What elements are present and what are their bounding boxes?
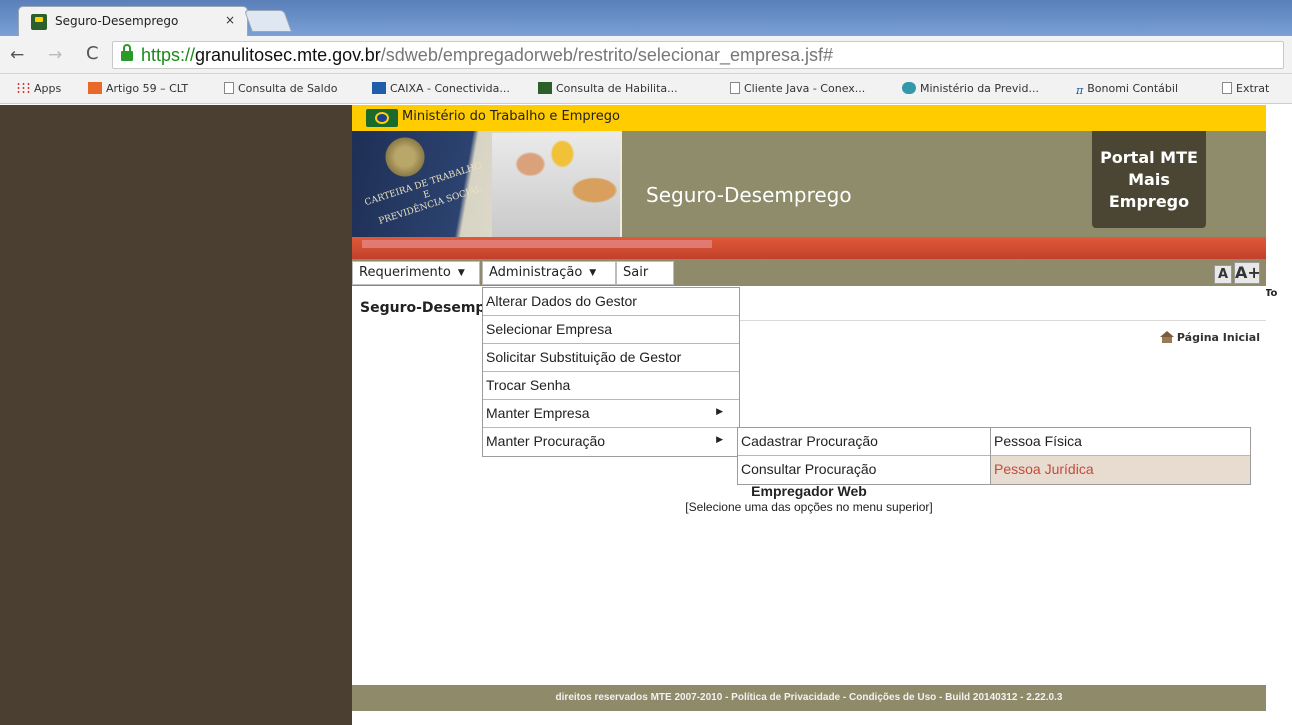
brasao-seal-icon	[380, 137, 430, 177]
menu-label: Sair	[623, 265, 649, 280]
address-bar[interactable]: https://granulitosec.mte.gov.br/sdweb/em…	[112, 41, 1284, 69]
cut-off-label: To	[1265, 288, 1278, 299]
chevron-down-icon: ▼	[457, 268, 465, 278]
ministry-name: Ministério do Trabalho e Emprego	[402, 109, 620, 124]
menu-item-solicitar-substituicao[interactable]: Solicitar Substituição de Gestor	[483, 344, 739, 372]
decrease-font-button[interactable]: A	[1214, 265, 1232, 284]
pessoa-submenu: Pessoa Física Pessoa Jurídica	[990, 427, 1251, 485]
mte-icon	[538, 82, 552, 94]
page-background-right	[1266, 105, 1292, 725]
tab-close-icon[interactable]: ×	[225, 13, 235, 27]
url-host: granulitosec.mte.gov.br	[195, 45, 381, 65]
menu-administracao[interactable]: Administração ▼	[482, 261, 616, 285]
chevron-right-icon: ▶	[716, 406, 723, 416]
bookmark-caixa[interactable]: CAIXA - Conectivida...	[372, 82, 510, 95]
url-path: /sdweb/empregadorweb/restrito/selecionar…	[380, 45, 834, 65]
center-subtitle: [Selecione uma das opções no menu superi…	[685, 500, 933, 514]
chevron-down-icon: ▼	[589, 268, 597, 278]
page-background-left	[0, 105, 352, 725]
back-arrow-icon[interactable]: ←	[10, 45, 24, 65]
bookmark-label: Consulta de Saldo	[238, 82, 338, 95]
mte-favicon-icon	[31, 14, 47, 30]
forward-arrow-icon[interactable]: →	[48, 45, 62, 65]
url-text[interactable]: https://granulitosec.mte.gov.br/sdweb/em…	[141, 45, 833, 66]
bookmarks-bar: Apps Artigo 59 – CLT Consulta de Saldo C…	[0, 74, 1292, 104]
menu-item-pessoa-juridica[interactable]: Pessoa Jurídica	[991, 456, 1250, 484]
menu-item-alterar-dados[interactable]: Alterar Dados do Gestor	[483, 288, 739, 316]
home-link-label: Página Inicial	[1176, 331, 1260, 344]
bookmark-consulta-saldo[interactable]: Consulta de Saldo	[224, 82, 337, 95]
bookmark-label: Bonomi Contábil	[1087, 82, 1179, 95]
bookmark-apps[interactable]: Apps	[16, 82, 61, 95]
heading-divider	[740, 320, 1266, 321]
menu-item-selecionar-empresa[interactable]: Selecionar Empresa	[483, 316, 739, 344]
menu-item-manter-empresa[interactable]: Manter Empresa ▶	[483, 400, 739, 428]
menu-item-trocar-senha[interactable]: Trocar Senha	[483, 372, 739, 400]
menu-item-consultar-procuracao[interactable]: Consultar Procuração	[738, 456, 990, 484]
page-icon	[730, 82, 740, 94]
page-icon	[1222, 82, 1232, 94]
bookmark-cliente-java[interactable]: Cliente Java - Conex...	[730, 82, 865, 95]
menu-item-manter-procuracao[interactable]: Manter Procuração ▶	[483, 428, 739, 456]
bookmark-label: Ministério da Previd...	[920, 82, 1039, 95]
menu-sair[interactable]: Sair	[616, 261, 674, 285]
bookmark-label: Artigo 59 – CLT	[106, 82, 189, 95]
menu-label: Administração	[489, 265, 583, 280]
new-tab-button[interactable]	[243, 10, 293, 32]
workers-photo	[492, 133, 620, 237]
bookmark-consulta-habilita[interactable]: Consulta de Habilita...	[538, 82, 678, 95]
menu-item-cadastrar-procuracao[interactable]: Cadastrar Procuração	[738, 428, 990, 456]
menu-requerimento[interactable]: Requerimento ▼	[352, 261, 480, 285]
apps-icon	[16, 82, 30, 94]
stripe-highlight	[362, 240, 712, 248]
brazil-flag-logo-icon	[366, 109, 398, 127]
browser-toolbar: ← → C https://granulitosec.mte.gov.br/sd…	[0, 36, 1292, 74]
menu-item-pessoa-fisica[interactable]: Pessoa Física	[991, 428, 1250, 456]
menu-item-label: Manter Procuração	[486, 433, 606, 449]
bookmark-ministerio-previd[interactable]: Ministério da Previd...	[902, 82, 1039, 95]
procuracao-submenu: Cadastrar Procuração Consultar Procuraçã…	[737, 427, 991, 485]
home-icon	[1159, 331, 1174, 343]
reload-icon[interactable]: C	[86, 43, 99, 64]
previdencia-icon	[902, 82, 916, 94]
bookmark-extrat[interactable]: Extrat	[1222, 82, 1269, 95]
home-link[interactable]: Página Inicial	[1159, 331, 1260, 344]
chevron-right-icon: ▶	[716, 434, 723, 444]
bookmark-icon	[88, 82, 102, 94]
bookmark-bonomi[interactable]: π Bonomi Contábil	[1076, 82, 1179, 97]
bookmark-label: Consulta de Habilita...	[556, 82, 678, 95]
accent-stripe	[352, 237, 1266, 259]
bookmark-label: Extrat	[1236, 82, 1270, 95]
site-container: Ministério do Trabalho e Emprego CARTEIR…	[352, 105, 1266, 725]
menu-label: Requerimento	[359, 265, 451, 280]
bookmark-label: CAIXA - Conectivida...	[390, 82, 510, 95]
page-icon	[224, 82, 234, 94]
site-banner: CARTEIRA DE TRABALHO E PREVIDÊNCIA SOCIA…	[352, 131, 1266, 237]
bookmark-label: Apps	[34, 82, 62, 95]
pi-icon: π	[1076, 84, 1084, 97]
browser-tab[interactable]: Seguro-Desemprego ×	[18, 6, 248, 36]
portal-mte-link[interactable]: Portal MTE Mais Emprego	[1092, 131, 1206, 228]
bookmark-artigo59[interactable]: Artigo 59 – CLT	[88, 82, 188, 95]
site-footer: direitos reservados MTE 2007-2010 - Polí…	[352, 685, 1266, 711]
site-title: Seguro-Desemprego	[646, 183, 852, 207]
ministry-bar: Ministério do Trabalho e Emprego	[352, 105, 1266, 131]
admin-dropdown: Alterar Dados do Gestor Selecionar Empre…	[482, 287, 740, 457]
main-menu: Requerimento ▼ Administração ▼ Sair A A+	[352, 259, 1266, 286]
lock-icon	[121, 44, 133, 61]
increase-font-button[interactable]: A+	[1234, 262, 1261, 284]
browser-tabstrip: Seguro-Desemprego ×	[0, 0, 1292, 36]
portal-label: Portal MTE Mais Emprego	[1100, 148, 1198, 211]
bookmark-label: Cliente Java - Conex...	[744, 82, 866, 95]
banner-photo: CARTEIRA DE TRABALHO E PREVIDÊNCIA SOCIA…	[352, 131, 622, 237]
tab-title: Seguro-Desemprego	[55, 14, 179, 28]
caixa-icon	[372, 82, 386, 94]
menu-item-label: Manter Empresa	[486, 405, 590, 421]
center-title: Empregador Web	[751, 483, 867, 499]
page-title: Seguro-Desemprego	[360, 300, 482, 316]
url-scheme: https://	[141, 45, 196, 65]
